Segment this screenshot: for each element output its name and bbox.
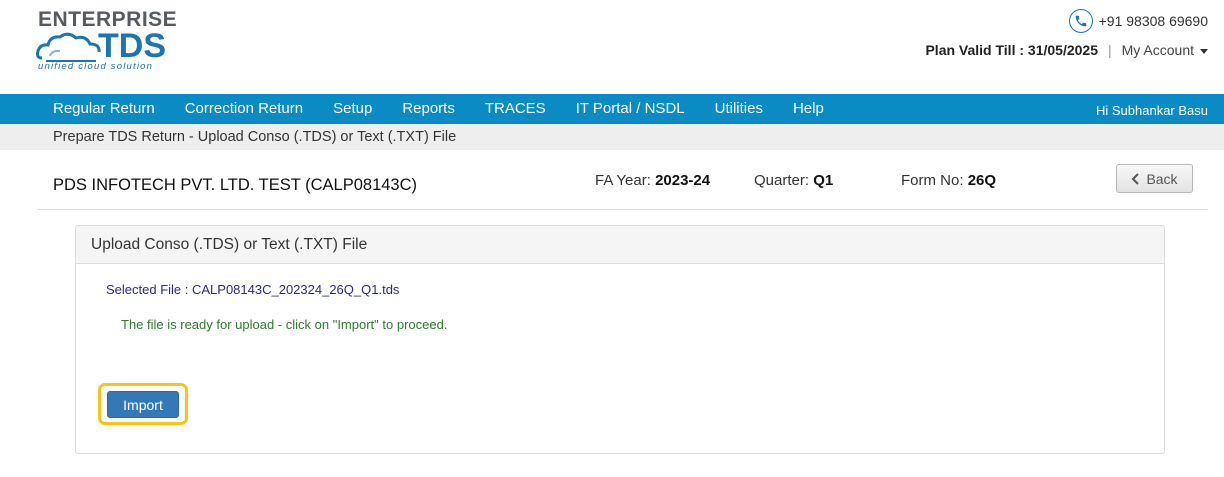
enterprise-tds-logo[interactable]: ENTERPRISE TDS unified cloud solution [36,8,177,72]
back-label: Back [1146,170,1178,187]
company-name: PDS INFOTECH PVT. LTD. TEST (CALP08143C) [53,176,418,194]
selected-file: Selected File : CALP08143C_202324_26Q_Q1… [106,282,400,297]
quarter: Quarter: Q1 [754,172,833,189]
phone-number: +91 98308 69690 [1098,13,1208,29]
nav-item-correction-return[interactable]: Correction Return [170,94,318,124]
chevron-left-icon [1132,172,1140,185]
my-account-label: My Account [1121,42,1194,58]
nav-item-reports[interactable]: Reports [387,94,470,124]
header: ENTERPRISE TDS unified cloud solution +9… [0,0,1224,94]
breadcrumb: Prepare TDS Return - Upload Conso (.TDS)… [0,124,1224,150]
plan-valid-till: Plan Valid Till : 31/05/2025 [925,42,1098,58]
user-greeting: Hi Subhankar Basu [1095,103,1208,118]
logo-tagline: unified cloud solution [38,61,154,72]
upload-panel: Upload Conso (.TDS) or Text (.TXT) File … [75,225,1165,454]
nav-item-setup[interactable]: Setup [318,94,387,124]
phone-contact: +91 98308 69690 [1068,9,1208,33]
plan-row: Plan Valid Till : 31/05/2025 | My Accoun… [925,42,1208,58]
nav-item-utilities[interactable]: Utilities [700,94,778,124]
phone-icon [1068,9,1093,33]
cloud-icon [36,32,101,62]
form-no: Form No: 26Q [901,172,996,189]
panel-title: Upload Conso (.TDS) or Text (.TXT) File [76,226,1164,264]
header-separator: | [1107,42,1112,58]
my-account-menu[interactable]: My Account [1122,42,1208,58]
import-button[interactable]: Import [107,391,179,418]
fa-year-value: 2023-24 [655,172,711,189]
import-highlight: Import [98,383,188,425]
nav-item-help[interactable]: Help [778,94,839,124]
form-no-label: Form No: [901,172,964,189]
quarter-label: Quarter: [754,172,810,189]
caret-down-icon [1200,48,1208,54]
form-no-value: 26Q [967,172,997,189]
ready-message: The file is ready for upload - click on … [121,317,448,332]
main-nav: Regular Return Correction Return Setup R… [0,94,1224,124]
back-button[interactable]: Back [1116,164,1193,193]
nav-items: Regular Return Correction Return Setup R… [0,94,839,124]
quarter-value: Q1 [813,172,834,189]
nav-item-traces[interactable]: TRACES [470,94,561,124]
fa-year-label: FA Year: [595,172,651,189]
nav-item-it-portal-nsdl[interactable]: IT Portal / NSDL [561,94,700,124]
title-row: PDS INFOTECH PVT. LTD. TEST (CALP08143C)… [38,152,1208,210]
fa-year: FA Year: 2023-24 [595,172,710,189]
nav-item-regular-return[interactable]: Regular Return [38,94,170,124]
